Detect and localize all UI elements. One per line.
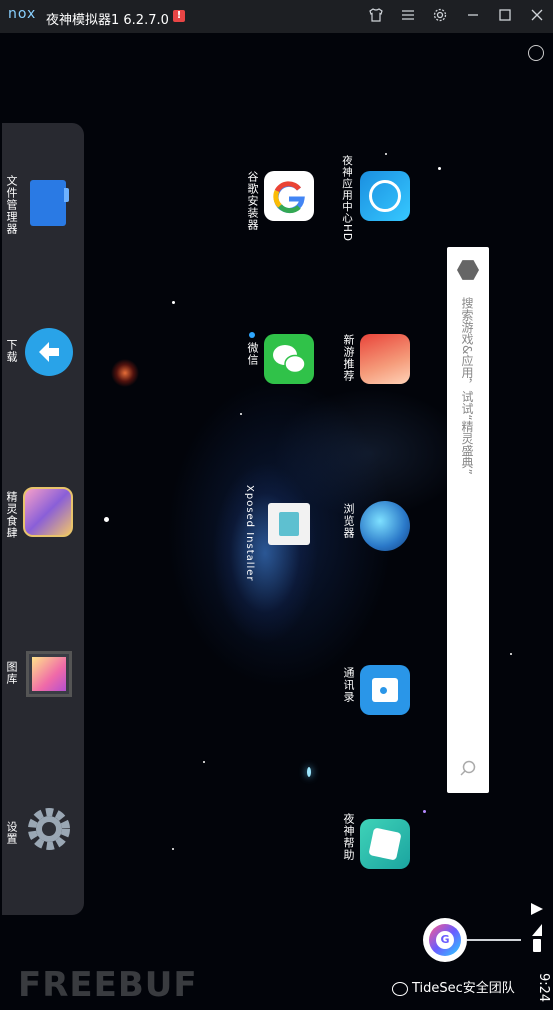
star [307, 767, 311, 777]
browser-icon [360, 501, 410, 551]
tidesec-watermark: TideSec安全团队 [412, 981, 515, 996]
star [510, 653, 512, 655]
dock-item-settings[interactable]: 设置 [2, 783, 84, 913]
wechat-mini-icon [392, 982, 408, 996]
game-recommend-icon [360, 334, 410, 384]
app-label: 浏览器 [342, 503, 355, 539]
search-icon[interactable] [459, 759, 477, 777]
wifi-icon [531, 901, 543, 915]
app-google-installer[interactable]: 谷歌安装器 [240, 155, 330, 275]
app-xposed-installer[interactable]: Xposed Installer [240, 485, 330, 605]
app-label: 新游推荐 [342, 334, 355, 382]
menu-icon[interactable] [398, 7, 418, 27]
settings-gear-icon[interactable] [430, 7, 450, 27]
assistant-slider-track [467, 939, 521, 941]
app-label: 微信 [246, 342, 259, 366]
app-label: 夜神应用中心HD [341, 155, 353, 242]
search-placeholder: 搜索游戏&应用，试试“精灵盛典” [460, 297, 474, 475]
dock-item-file-manager[interactable]: 文件管理器 [2, 143, 84, 273]
dock-item-label: 设置 [5, 821, 18, 845]
window-title: 夜神模拟器1 6.2.7.0 [46, 13, 169, 28]
dock-item-label: 文件管理器 [5, 175, 18, 235]
app-label: 通讯录 [342, 667, 355, 703]
app-contacts[interactable]: 通讯录 [336, 649, 426, 769]
app-game-recommend[interactable]: 新游推荐 [336, 318, 426, 438]
app-nox-store[interactable]: 夜神应用中心HD [336, 155, 426, 275]
nox-assistant-icon[interactable] [528, 45, 544, 61]
game-icon [23, 487, 73, 537]
nox-logo: nox [8, 6, 37, 22]
close-icon[interactable] [527, 7, 547, 27]
nox-hex-icon [457, 260, 479, 280]
dock-item-gallery[interactable]: 图库 [2, 633, 84, 763]
app-label: 夜神帮助 [342, 813, 355, 861]
freebuf-watermark: FREEBUF [18, 965, 198, 1005]
title-bar: nox 夜神模拟器1 6.2.7.0 ! [0, 0, 553, 33]
google-assistant-button[interactable]: G [423, 918, 467, 962]
star [203, 761, 205, 763]
app-label: Xposed Installer [244, 485, 255, 582]
star [104, 517, 109, 522]
app-label: 谷歌安装器 [246, 171, 259, 231]
app-help[interactable]: 夜神帮助 [336, 803, 426, 923]
status-time: 9:24 [536, 972, 551, 1002]
xposed-icon [268, 503, 310, 545]
nox-store-icon [360, 171, 410, 221]
minimize-icon[interactable] [463, 7, 483, 27]
download-icon [25, 328, 73, 376]
battery-icon [533, 939, 541, 952]
star [172, 301, 175, 304]
dock-item-game[interactable]: 精灵食肆 [2, 463, 84, 593]
android-screen: 文件管理器 下载 精灵食肆 图库 设置 夜神应用中心HD 谷歌安装器 新游推荐 … [0, 33, 553, 1010]
app-wechat[interactable]: 微信 [240, 318, 330, 438]
dock: 文件管理器 下载 精灵食肆 图库 设置 [2, 123, 84, 915]
star [438, 167, 441, 170]
app-browser[interactable]: 浏览器 [336, 485, 426, 605]
signal-icon [532, 921, 542, 936]
dock-item-label: 图库 [5, 661, 18, 685]
new-badge-dot [249, 332, 255, 338]
dock-item-download[interactable]: 下载 [2, 303, 84, 433]
shirt-icon[interactable] [366, 7, 386, 27]
star [172, 848, 174, 850]
folder-icon [30, 180, 69, 226]
gear-icon [25, 805, 73, 853]
dock-item-label: 下载 [5, 339, 18, 363]
alert-badge[interactable]: ! [173, 10, 185, 22]
wechat-icon [264, 334, 314, 384]
search-bar[interactable]: 搜索游戏&应用，试试“精灵盛典” [447, 247, 489, 793]
assistant-icon: G [429, 924, 461, 956]
dock-item-label: 精灵食肆 [5, 491, 18, 539]
help-icon [360, 819, 410, 869]
google-icon [264, 171, 314, 221]
maximize-icon[interactable] [495, 7, 515, 27]
contacts-icon [360, 665, 410, 715]
gallery-icon [26, 651, 72, 697]
